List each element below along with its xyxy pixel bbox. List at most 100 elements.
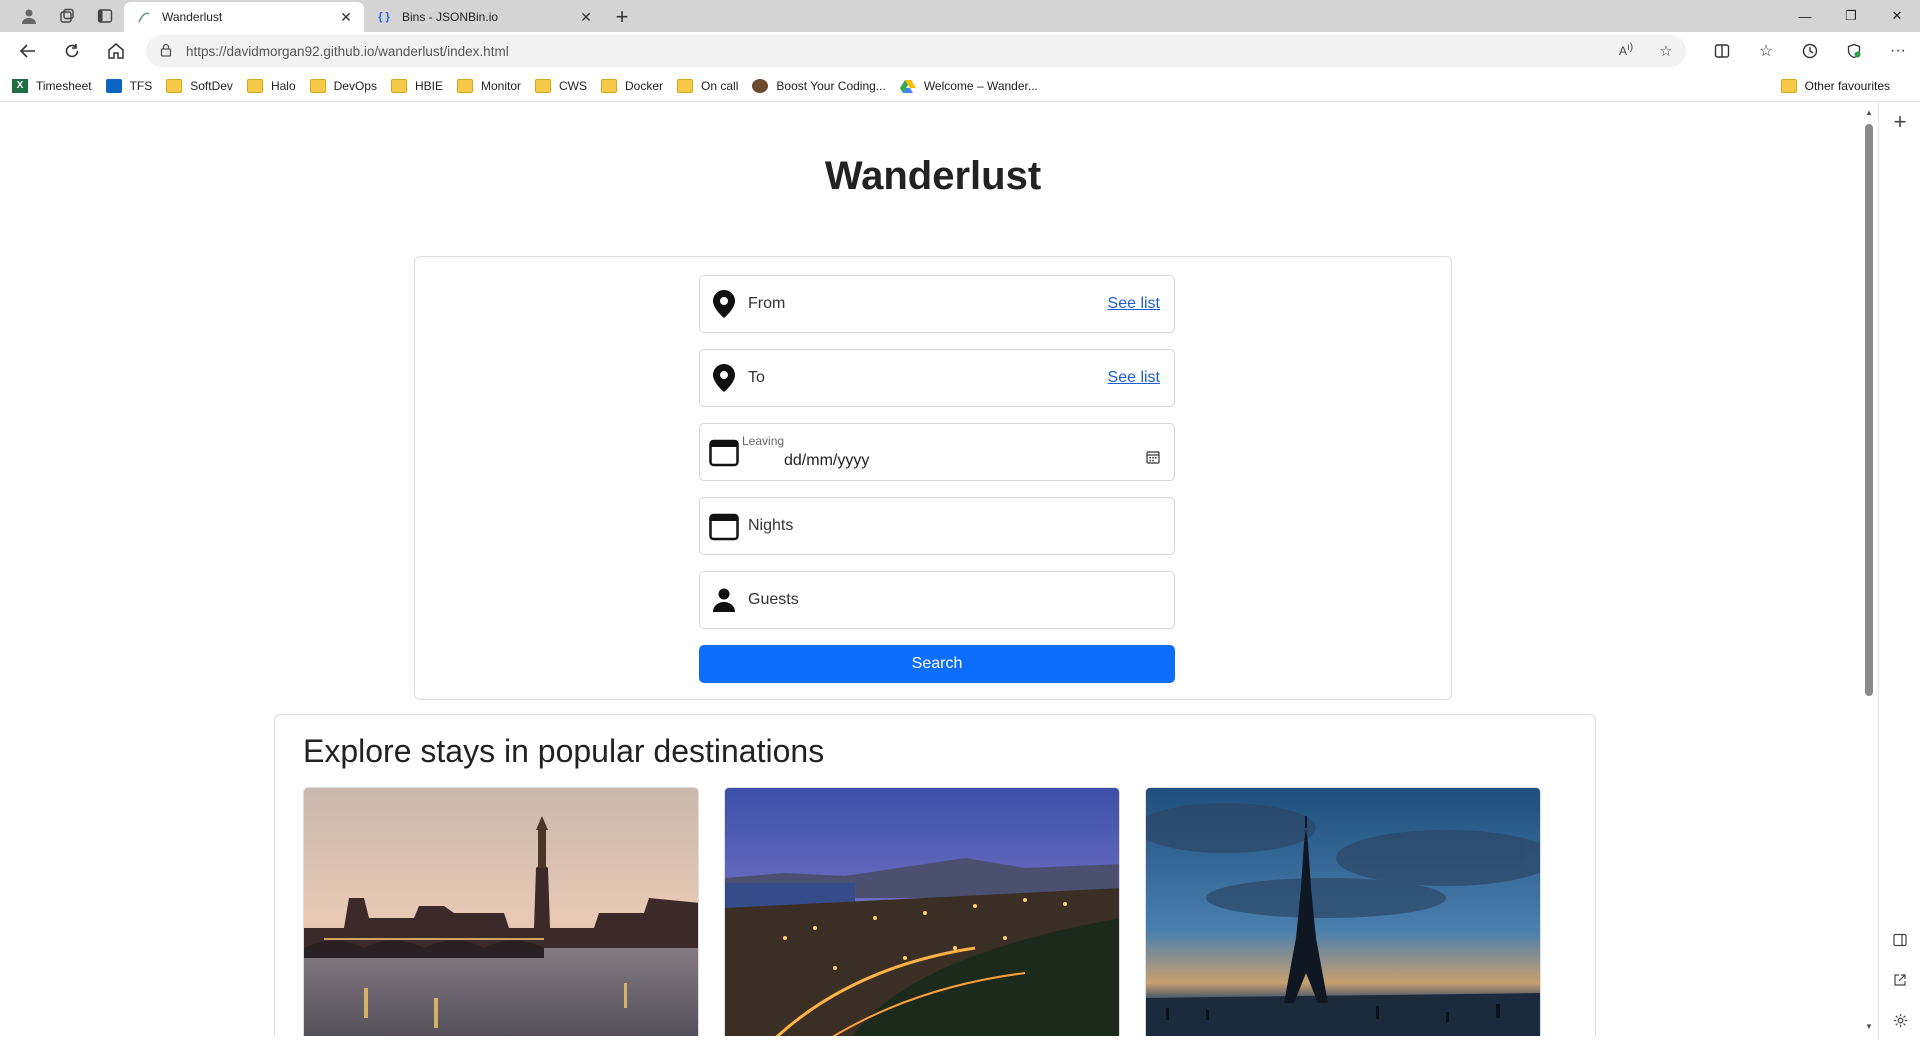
- bookmark-devops[interactable]: DevOps: [309, 78, 377, 93]
- address-toolbar: https://davidmorgan92.github.io/wanderlu…: [0, 32, 1920, 70]
- hide-sidebar-icon[interactable]: [1879, 920, 1920, 960]
- person-icon: [700, 588, 748, 612]
- nights-label: Nights: [748, 517, 794, 534]
- bookmark-label: SoftDev: [190, 78, 233, 93]
- new-tab-button[interactable]: +: [604, 2, 640, 32]
- from-see-list-link[interactable]: See list: [1108, 295, 1160, 313]
- close-window-button[interactable]: ✕: [1874, 0, 1920, 32]
- destination-card-london[interactable]: [303, 787, 699, 1036]
- page-viewport: Wanderlust From See list To See list Lea…: [4, 102, 1862, 1036]
- london-image: [304, 788, 698, 1036]
- bookmarks-bar: X Timesheet TFS SoftDev Halo DevOps HBIE…: [0, 70, 1920, 102]
- bookmark-label: Timesheet: [36, 78, 92, 93]
- date-picker-icon[interactable]: [1146, 450, 1160, 469]
- profile-icon[interactable]: [10, 0, 48, 32]
- destination-card-paris[interactable]: [1145, 787, 1541, 1036]
- bookmark-label: Halo: [270, 78, 296, 93]
- search-form: From See list To See list Leaving dd/mm/…: [414, 256, 1452, 700]
- edge-sidebar: +: [1878, 102, 1920, 1040]
- folder-icon: [535, 78, 552, 93]
- add-sidebar-app-icon[interactable]: +: [1879, 102, 1920, 142]
- boost-icon: [752, 78, 769, 93]
- bookmark-timesheet[interactable]: X Timesheet: [12, 78, 92, 93]
- location-pin-icon: [700, 290, 748, 318]
- excel-icon: X: [12, 78, 28, 93]
- folder-icon: [246, 78, 263, 93]
- bookmark-label: Boost Your Coding...: [776, 78, 886, 93]
- page-scrollbar[interactable]: ▲ ▼: [1862, 106, 1876, 1034]
- close-tab-icon[interactable]: ✕: [338, 9, 354, 26]
- lock-icon[interactable]: [146, 43, 186, 60]
- other-favourites[interactable]: Other favourites: [1780, 70, 1890, 102]
- tfs-icon: [105, 78, 122, 93]
- bookmark-oncall[interactable]: On call: [677, 78, 739, 93]
- browser-essentials-icon[interactable]: [1832, 32, 1876, 70]
- folder-icon: [1780, 79, 1797, 93]
- page-title: Wanderlust: [824, 154, 1042, 198]
- close-tab-icon[interactable]: ✕: [578, 9, 594, 26]
- bookmark-label: CWS: [559, 78, 588, 93]
- scroll-down-arrow-icon[interactable]: ▼: [1862, 1020, 1876, 1034]
- home-button[interactable]: [94, 32, 138, 70]
- leaving-date-field[interactable]: Leaving dd/mm/yyyy: [699, 423, 1175, 481]
- from-field[interactable]: From See list: [699, 275, 1175, 333]
- bookmark-monitor[interactable]: Monitor: [457, 78, 522, 93]
- search-button[interactable]: Search: [699, 645, 1175, 683]
- url-text: https://davidmorgan92.github.io/wanderlu…: [186, 43, 509, 59]
- nights-field[interactable]: Nights: [699, 497, 1175, 555]
- bookmark-boost-coding[interactable]: Boost Your Coding...: [752, 78, 886, 93]
- folder-icon: [390, 78, 407, 93]
- tab-title: Bins - JSONBin.io: [402, 10, 499, 24]
- calendar-icon: [700, 511, 748, 541]
- guests-label: Guests: [748, 591, 799, 608]
- bookmark-hbie[interactable]: HBIE: [390, 78, 443, 93]
- back-button[interactable]: [6, 32, 50, 70]
- favorites-icon[interactable]: ☆: [1744, 32, 1788, 70]
- sidebar-settings-gear-icon[interactable]: [1879, 1000, 1920, 1040]
- to-label: To: [748, 369, 765, 386]
- bookmark-label: DevOps: [333, 78, 377, 93]
- bookmark-label: Monitor: [481, 78, 522, 93]
- bookmark-softdev[interactable]: SoftDev: [166, 78, 233, 93]
- bookmark-cws[interactable]: CWS: [535, 78, 588, 93]
- bookmark-label: Docker: [625, 78, 664, 93]
- address-bar[interactable]: https://davidmorgan92.github.io/wanderlu…: [146, 35, 1686, 67]
- bookmark-welcome-wanderlust[interactable]: Welcome – Wander...: [899, 78, 1038, 93]
- favorite-star-icon[interactable]: ☆: [1646, 42, 1686, 60]
- guests-field[interactable]: Guests: [699, 571, 1175, 629]
- explore-title: Explore stays in popular destinations: [303, 733, 825, 769]
- bookmark-label: Other favourites: [1804, 79, 1890, 93]
- folder-icon: [457, 78, 473, 93]
- bookmark-label: TFS: [129, 78, 153, 93]
- refresh-button[interactable]: [50, 32, 94, 70]
- from-label: From: [748, 295, 786, 312]
- history-icon[interactable]: [1788, 32, 1832, 70]
- bookmark-tfs[interactable]: TFS: [105, 78, 153, 93]
- bookmark-docker[interactable]: Docker: [601, 78, 664, 93]
- destination-card-malaga[interactable]: [724, 787, 1120, 1036]
- bookmark-halo[interactable]: Halo: [246, 78, 296, 93]
- paris-image: [1146, 788, 1540, 1036]
- bookmark-label: On call: [701, 78, 739, 93]
- calendar-icon: [700, 437, 748, 467]
- folder-icon: [309, 78, 326, 93]
- scroll-up-arrow-icon[interactable]: ▲: [1862, 106, 1876, 120]
- to-field[interactable]: To See list: [699, 349, 1175, 407]
- malaga-image: [725, 788, 1119, 1036]
- to-see-list-link[interactable]: See list: [1108, 369, 1160, 387]
- scrollbar-thumb[interactable]: [1865, 124, 1873, 696]
- split-screen-icon[interactable]: [1700, 32, 1744, 70]
- bookmark-label: Welcome – Wander...: [923, 78, 1038, 93]
- minimize-button[interactable]: —: [1782, 0, 1828, 32]
- workspaces-icon[interactable]: [48, 0, 86, 32]
- open-external-icon[interactable]: [1879, 960, 1920, 1000]
- read-aloud-icon[interactable]: Aı): [1606, 42, 1646, 60]
- restore-button[interactable]: ❐: [1828, 0, 1874, 32]
- tab-actions-icon[interactable]: [86, 0, 124, 32]
- leaving-date-input[interactable]: dd/mm/yyyy: [784, 452, 869, 470]
- folder-icon: [166, 78, 183, 93]
- settings-more-icon[interactable]: ···: [1876, 32, 1920, 70]
- tab-jsonbin[interactable]: { } Bins - JSONBin.io ✕: [364, 2, 604, 32]
- tab-wanderlust[interactable]: Wanderlust ✕: [124, 2, 364, 32]
- bookmark-label: HBIE: [414, 78, 443, 93]
